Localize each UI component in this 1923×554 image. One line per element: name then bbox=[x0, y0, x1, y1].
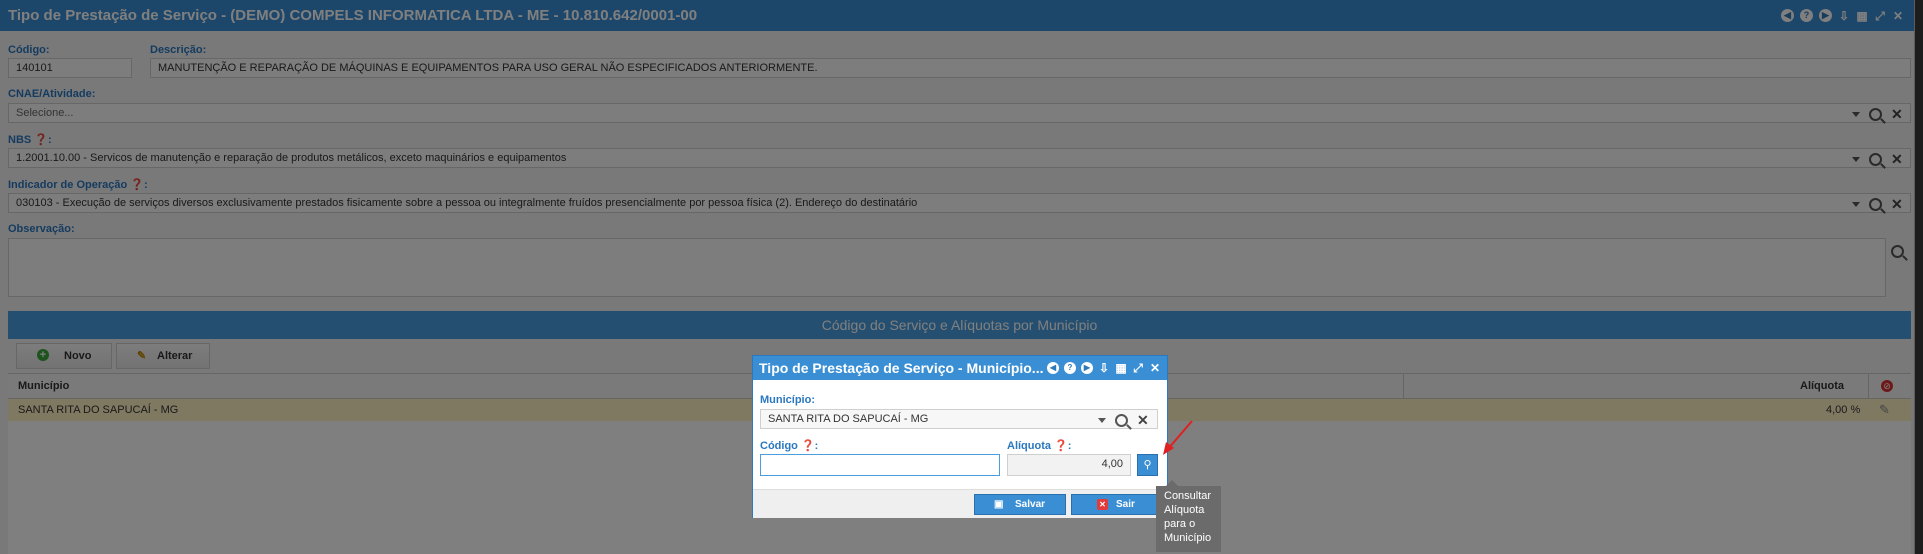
exit-icon: ✕ bbox=[1097, 499, 1108, 510]
help-icon: ❓ bbox=[800, 440, 815, 452]
nav-next-icon[interactable]: ▶ bbox=[1081, 362, 1093, 374]
dialog-aliquota-input[interactable]: 4,00 bbox=[1007, 454, 1131, 476]
save-icon: ▣ bbox=[994, 499, 1004, 510]
salvar-button[interactable]: ▣ Salvar bbox=[974, 494, 1066, 515]
help-icon: ❓ bbox=[1054, 440, 1068, 452]
dialog-codigo-label: Código bbox=[760, 440, 798, 452]
help-icon[interactable]: ? bbox=[1064, 362, 1076, 374]
municipio-dialog: Tipo de Prestação de Serviço - Município… bbox=[752, 355, 1168, 518]
consultar-aliquota-button[interactable]: ⚲ bbox=[1137, 454, 1158, 476]
arrow-shaft bbox=[1167, 420, 1193, 450]
calendar-icon[interactable]: ▦ bbox=[1115, 362, 1127, 374]
dialog-title: Tipo de Prestação de Serviço - Município… bbox=[759, 360, 1044, 376]
dialog-aliquota-label: Alíquota bbox=[1007, 440, 1051, 452]
maximize-icon[interactable]: ⤢ bbox=[1132, 362, 1144, 374]
dialog-footer: ▣ Salvar ✕ Sair bbox=[753, 489, 1167, 518]
dialog-codigo-input[interactable] bbox=[760, 454, 1000, 476]
clear-icon[interactable]: ✕ bbox=[1137, 413, 1149, 427]
close-icon[interactable]: ✕ bbox=[1149, 362, 1161, 374]
red-arrow-annotation bbox=[1163, 420, 1193, 455]
dialog-aliquota-label-wrap: Alíquota ❓: bbox=[1007, 440, 1072, 452]
sair-label: Sair bbox=[1116, 499, 1135, 510]
search-icon[interactable] bbox=[1115, 413, 1128, 427]
dialog-municipio-label: Município: bbox=[760, 394, 815, 406]
dialog-titlebar: Tipo de Prestação de Serviço - Município… bbox=[753, 356, 1167, 380]
nav-prev-icon[interactable]: ◀ bbox=[1047, 362, 1059, 374]
chevron-down-icon[interactable] bbox=[1098, 417, 1106, 423]
dialog-municipio-actions: ✕ bbox=[1098, 413, 1149, 427]
download-icon[interactable]: ⇩ bbox=[1098, 362, 1110, 374]
tooltip: Consultar Alíquota para o Município bbox=[1156, 480, 1221, 552]
search-icon: ⚲ bbox=[1143, 459, 1152, 471]
salvar-label: Salvar bbox=[1015, 499, 1046, 510]
dialog-codigo-label-wrap: Código ❓: bbox=[760, 440, 819, 452]
sair-button[interactable]: ✕ Sair bbox=[1071, 494, 1161, 515]
dialog-controls: ◀ ? ▶ ⇩ ▦ ⤢ ✕ bbox=[1047, 356, 1161, 380]
